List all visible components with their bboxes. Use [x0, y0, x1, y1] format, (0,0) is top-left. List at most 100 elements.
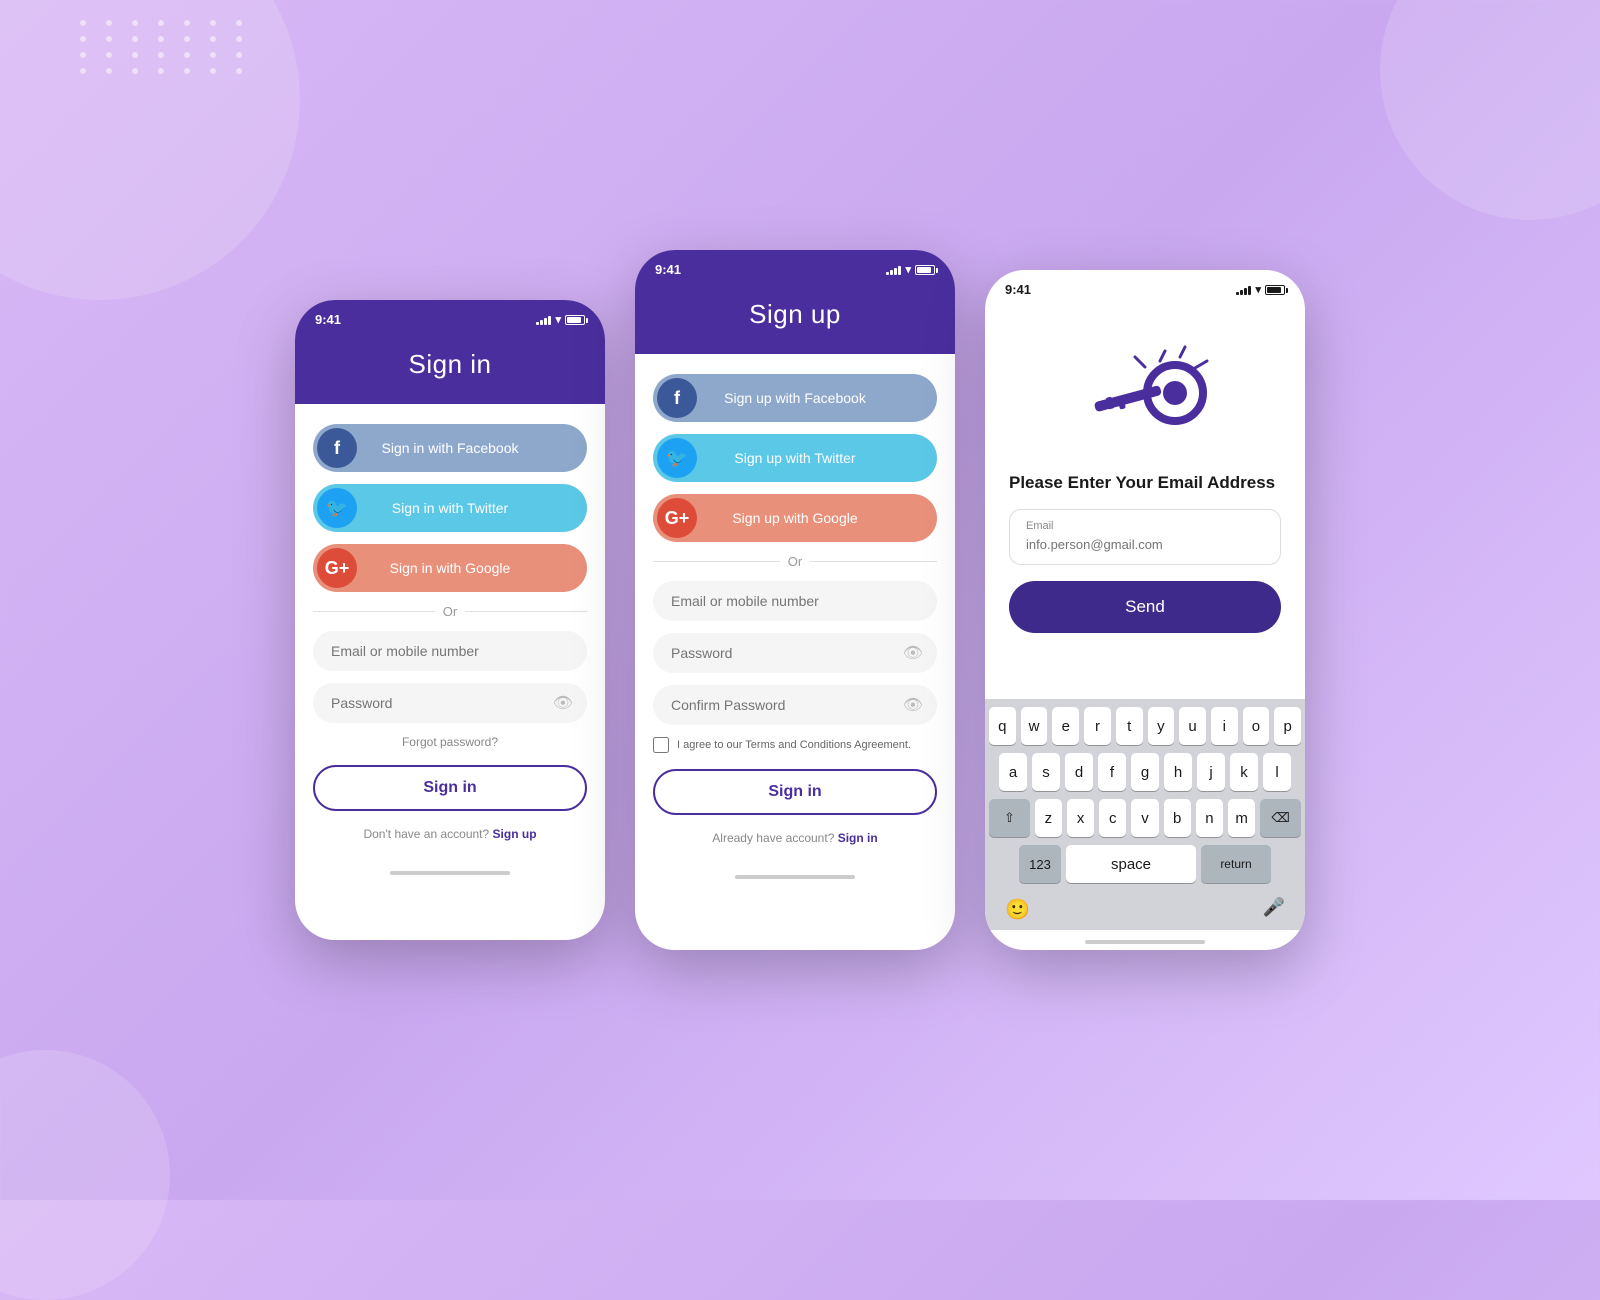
return-key[interactable]: return [1201, 845, 1271, 883]
password-wrapper-2: 👁 [653, 633, 937, 673]
phone-signin: 9:41 ▾ Sign in f Sign in with Facebook 🐦 [295, 300, 605, 940]
confirm-password-wrapper: 👁 [653, 685, 937, 725]
key-g[interactable]: g [1131, 753, 1159, 791]
status-icons-1: ▾ [536, 313, 585, 326]
twitter-icon-2: 🐦 [657, 438, 697, 478]
divider-1: Or [313, 604, 587, 619]
key-e[interactable]: e [1052, 707, 1079, 745]
signup-facebook-button[interactable]: f Sign up with Facebook [653, 374, 937, 422]
key-t[interactable]: t [1116, 707, 1143, 745]
divider-2: Or [653, 554, 937, 569]
wifi-icon: ▾ [555, 313, 561, 326]
facebook-icon: f [317, 428, 357, 468]
key-v[interactable]: v [1131, 799, 1158, 837]
status-bar-1: 9:41 ▾ [295, 300, 605, 333]
dot-grid [80, 20, 252, 74]
signal-icon-2 [886, 265, 901, 275]
footer-1: Don't have an account? Sign up [313, 827, 587, 841]
key-x[interactable]: x [1067, 799, 1094, 837]
eye-icon-2[interactable]: 👁 [903, 643, 923, 663]
google-icon: G+ [317, 548, 357, 588]
signup-header: Sign up [635, 283, 955, 354]
keyboard-row-2: a s d f g h j k l [989, 753, 1301, 791]
send-button[interactable]: Send [1009, 581, 1281, 633]
key-q[interactable]: q [989, 707, 1016, 745]
email-input-1[interactable] [313, 631, 587, 671]
key-n[interactable]: n [1196, 799, 1223, 837]
enter-email-title: Please Enter Your Email Address [1009, 473, 1281, 493]
google-icon-2: G+ [657, 498, 697, 538]
keyboard-row-3: ⇧ z x c v b n m ⌫ [989, 799, 1301, 837]
signin-facebook-button[interactable]: f Sign in with Facebook [313, 424, 587, 472]
numbers-key[interactable]: 123 [1019, 845, 1061, 883]
key-z[interactable]: z [1035, 799, 1062, 837]
phone-signup: 9:41 ▾ Sign up f Sign up with Facebook 🐦 [635, 250, 955, 950]
status-bar-3: 9:41 ▾ [985, 270, 1305, 303]
key-illustration [1009, 323, 1281, 453]
emoji-bar: 🙂 🎤 [989, 891, 1301, 926]
phones-wrapper: 9:41 ▾ Sign in f Sign in with Facebook 🐦 [295, 250, 1305, 950]
key-w[interactable]: w [1021, 707, 1048, 745]
signin-google-button[interactable]: G+ Sign in with Google [313, 544, 587, 592]
email-input-2[interactable] [653, 581, 937, 621]
battery-icon [565, 315, 585, 325]
facebook-icon-2: f [657, 378, 697, 418]
key-k[interactable]: k [1230, 753, 1258, 791]
terms-checkbox[interactable] [653, 737, 669, 753]
confirm-password-input[interactable] [653, 685, 937, 725]
time-1: 9:41 [315, 312, 341, 327]
key-l[interactable]: l [1263, 753, 1291, 791]
signup-twitter-button[interactable]: 🐦 Sign up with Twitter [653, 434, 937, 482]
key-j[interactable]: j [1197, 753, 1225, 791]
key-p[interactable]: p [1274, 707, 1301, 745]
key-h[interactable]: h [1164, 753, 1192, 791]
status-bar-2: 9:41 ▾ [635, 250, 955, 283]
password-input-1[interactable] [313, 683, 587, 723]
backspace-key[interactable]: ⌫ [1260, 799, 1301, 837]
shift-key[interactable]: ⇧ [989, 799, 1030, 837]
key-o[interactable]: o [1243, 707, 1270, 745]
password-input-2[interactable] [653, 633, 937, 673]
signin-twitter-button[interactable]: 🐦 Sign in with Twitter [313, 484, 587, 532]
key-b[interactable]: b [1164, 799, 1191, 837]
signin-content: f Sign in with Facebook 🐦 Sign in with T… [295, 404, 605, 861]
key-c[interactable]: c [1099, 799, 1126, 837]
home-indicator-2 [735, 875, 855, 879]
key-i[interactable]: i [1211, 707, 1238, 745]
signin-button-2[interactable]: Sign in [653, 769, 937, 815]
battery-icon-2 [915, 265, 935, 275]
keyboard-row-1: q w e r t y u i o p [989, 707, 1301, 745]
signal-icon [536, 315, 551, 325]
key-m[interactable]: m [1228, 799, 1255, 837]
footer-2: Already have account? Sign in [653, 831, 937, 845]
signup-link[interactable]: Sign up [493, 827, 537, 841]
space-key[interactable]: space [1066, 845, 1196, 883]
phone-email: 9:41 ▾ [985, 270, 1305, 950]
signin-button-1[interactable]: Sign in [313, 765, 587, 811]
home-indicator-1 [390, 871, 510, 875]
password-wrapper-1: 👁 [313, 683, 587, 723]
emoji-key[interactable]: 🙂 [1005, 897, 1030, 922]
key-f[interactable]: f [1098, 753, 1126, 791]
signup-google-button[interactable]: G+ Sign up with Google [653, 494, 937, 542]
signin-header: Sign in [295, 333, 605, 404]
signal-icon-3 [1236, 285, 1251, 295]
key-a[interactable]: a [999, 753, 1027, 791]
key-y[interactable]: y [1148, 707, 1175, 745]
signin-link[interactable]: Sign in [838, 831, 878, 845]
keyboard-row-4: 123 space return [989, 845, 1301, 883]
terms-row: I agree to our Terms and Conditions Agre… [653, 737, 937, 753]
mic-key[interactable]: 🎤 [1263, 897, 1285, 922]
eye-icon-3[interactable]: 👁 [903, 695, 923, 715]
battery-icon-3 [1265, 285, 1285, 295]
status-icons-2: ▾ [886, 263, 935, 276]
status-icons-3: ▾ [1236, 283, 1285, 296]
key-d[interactable]: d [1065, 753, 1093, 791]
wifi-icon-3: ▾ [1255, 283, 1261, 296]
key-r[interactable]: r [1084, 707, 1111, 745]
key-u[interactable]: u [1179, 707, 1206, 745]
forgot-password-link[interactable]: Forgot password? [313, 735, 587, 749]
eye-icon-1[interactable]: 👁 [553, 693, 573, 713]
email-field[interactable] [1026, 537, 1264, 552]
key-s[interactable]: s [1032, 753, 1060, 791]
